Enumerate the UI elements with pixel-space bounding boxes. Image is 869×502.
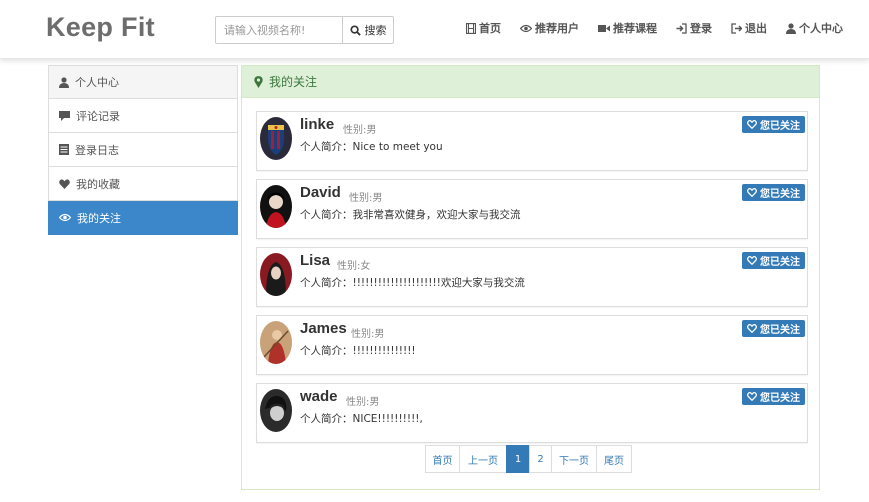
sidebar-item-label: 我的关注 [77, 211, 121, 225]
search-button[interactable]: 搜索 [342, 16, 394, 44]
nav-login[interactable]: 登录 [676, 20, 712, 36]
avatar[interactable] [260, 185, 292, 228]
sidebar-item-label: 评论记录 [76, 109, 120, 123]
user-card: David 性别:男 个人简介：我非常喜欢健身，欢迎大家与我交流 您已关注 [256, 179, 808, 239]
nav-home[interactable]: 首页 [466, 20, 501, 36]
followed-button-label: 您已关注 [760, 121, 800, 132]
user-gender: 性别:男 [343, 125, 377, 136]
nav-personal-center[interactable]: 个人中心 [786, 20, 843, 36]
following-panel: 我的关注 linke 性别:男 个人简介：Nice to meet you 您已… [241, 65, 820, 490]
sidebar-item-label: 登录日志 [75, 143, 119, 157]
nav-login-label: 登录 [690, 22, 712, 35]
panel-heading: 我的关注 [241, 65, 820, 98]
page-number-2[interactable]: 2 [529, 445, 552, 473]
heart-outline-icon [747, 256, 757, 265]
user-card: wade 性别:男 个人简介：NICE!!!!!!!!!!, 您已关注 [256, 383, 808, 443]
eye-icon [59, 213, 71, 222]
sidebar-item-comments[interactable]: 评论记录 [48, 99, 238, 133]
user-card: linke 性别:男 个人简介：Nice to meet you 您已关注 [256, 111, 808, 171]
followed-button-label: 您已关注 [760, 189, 800, 200]
sidebar-item-login-log[interactable]: 登录日志 [48, 133, 238, 167]
video-camera-icon [598, 24, 610, 32]
user-bio: 个人简介：!!!!!!!!!!!!!!! [300, 345, 416, 357]
nav-recommended-courses-label: 推荐课程 [613, 22, 657, 35]
user-icon [59, 76, 69, 88]
eye-icon [520, 24, 532, 32]
followed-button-label: 您已关注 [760, 393, 800, 404]
user-name[interactable]: Lisa [300, 252, 330, 269]
sidebar-item-favorites[interactable]: 我的收藏 [48, 167, 238, 201]
user-gender: 性别:男 [349, 193, 383, 204]
heart-icon [59, 178, 70, 189]
avatar[interactable] [260, 389, 292, 432]
user-bio: 个人简介：我非常喜欢健身，欢迎大家与我交流 [300, 209, 521, 221]
page-last[interactable]: 尾页 [596, 445, 632, 473]
sidebar-item-label: 我的收藏 [76, 177, 120, 191]
avatar[interactable] [260, 253, 292, 296]
panel-title: 我的关注 [269, 75, 318, 89]
user-name[interactable]: wade [300, 388, 338, 405]
heart-outline-icon [747, 324, 757, 333]
nav-logout-label: 退出 [745, 22, 767, 35]
log-out-icon [731, 22, 742, 34]
page-first[interactable]: 首页 [425, 445, 460, 473]
sidebar-item-label: 个人中心 [75, 76, 119, 89]
user-icon [786, 22, 796, 34]
nav-logout[interactable]: 退出 [731, 20, 767, 36]
user-list: linke 性别:男 个人简介：Nice to meet you 您已关注 Da… [256, 111, 808, 451]
user-name[interactable]: David [300, 184, 341, 201]
nav-links: 首页 推荐用户 推荐课程 登录 退出 个人中心 [466, 20, 862, 36]
user-name[interactable]: linke [300, 116, 334, 133]
heart-outline-icon [747, 392, 757, 401]
search-button-label: 搜索 [364, 24, 387, 37]
film-icon [466, 22, 476, 34]
avatar[interactable] [260, 321, 292, 364]
log-in-icon [676, 22, 687, 34]
followed-button-label: 您已关注 [760, 325, 800, 336]
user-gender: 性别:男 [351, 329, 385, 340]
heart-outline-icon [747, 120, 757, 129]
sidebar-item-following[interactable]: 我的关注 [48, 201, 238, 235]
pagination: 首页 上一页 1 2 下一页 尾页 [425, 445, 632, 473]
avatar[interactable] [260, 117, 292, 160]
heart-outline-icon [747, 188, 757, 197]
user-name[interactable]: James [300, 320, 347, 337]
followed-button-label: 您已关注 [760, 257, 800, 268]
user-card: James 性别:男 个人简介：!!!!!!!!!!!!!!! 您已关注 [256, 315, 808, 375]
search-icon [349, 24, 361, 36]
sidebar: 个人中心 评论记录 登录日志 我的收藏 我的关注 [48, 65, 238, 235]
page-number-1[interactable]: 1 [506, 445, 530, 473]
nav-recommended-users-label: 推荐用户 [535, 22, 579, 35]
user-bio: 个人简介：NICE!!!!!!!!!!, [300, 413, 423, 425]
nav-recommended-courses[interactable]: 推荐课程 [598, 20, 657, 36]
nav-home-label: 首页 [479, 22, 501, 35]
followed-button[interactable]: 您已关注 [742, 116, 805, 133]
top-navbar: Keep Fit 搜索 首页 推荐用户 [0, 0, 869, 59]
user-gender: 性别:女 [337, 261, 371, 272]
page-prev[interactable]: 上一页 [459, 445, 507, 473]
page-next[interactable]: 下一页 [551, 445, 597, 473]
followed-button[interactable]: 您已关注 [742, 252, 805, 269]
user-card: Lisa 性别:女 个人简介：!!!!!!!!!!!!!!!!!!!!!欢迎大家… [256, 247, 808, 307]
map-marker-icon [254, 75, 263, 88]
user-bio: 个人简介：Nice to meet you [300, 141, 443, 153]
search-input[interactable] [215, 16, 343, 44]
user-bio: 个人简介：!!!!!!!!!!!!!!!!!!!!!欢迎大家与我交流 [300, 277, 525, 289]
followed-button[interactable]: 您已关注 [742, 184, 805, 201]
sidebar-item-personal-center[interactable]: 个人中心 [48, 65, 238, 99]
followed-button[interactable]: 您已关注 [742, 388, 805, 405]
followed-button[interactable]: 您已关注 [742, 320, 805, 337]
brand-logo[interactable]: Keep Fit [46, 12, 155, 43]
list-icon [59, 144, 69, 155]
nav-personal-center-label: 个人中心 [799, 22, 843, 35]
nav-recommended-users[interactable]: 推荐用户 [520, 20, 579, 36]
user-gender: 性别:男 [346, 397, 380, 408]
comment-icon [59, 110, 70, 121]
